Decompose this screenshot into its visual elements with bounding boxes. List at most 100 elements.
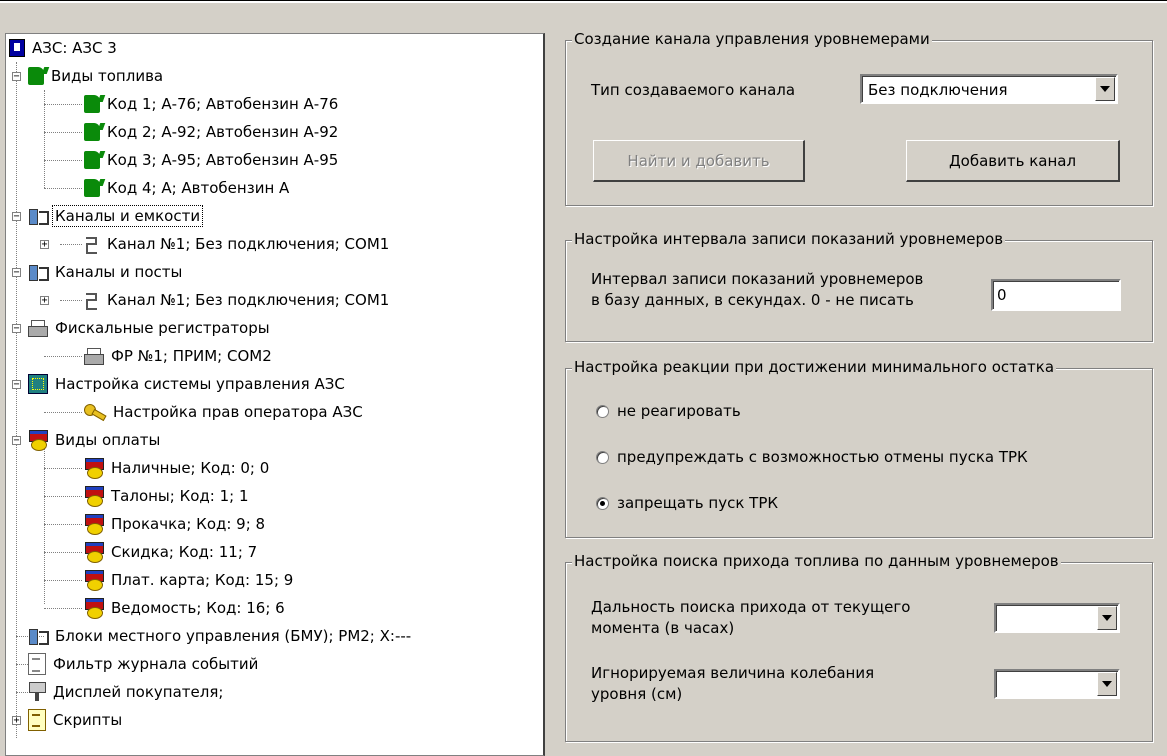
tree-item-fiscal-registers[interactable]: Фискальные регистраторы xyxy=(28,314,272,342)
search-range-label-line1: Дальность поиска прихода от текущего xyxy=(591,598,911,616)
tree-line xyxy=(44,160,82,161)
button-label: Добавить канал xyxy=(948,151,1077,170)
chevron-down-icon[interactable] xyxy=(1095,77,1115,101)
channel-icon xyxy=(28,627,49,645)
radio-circle[interactable] xyxy=(596,450,609,464)
tree-item-tank-channel[interactable]: Канал №1; Без подключения; COM1 xyxy=(84,230,391,258)
tree-item-post-channel[interactable]: Канал №1; Без подключения; COM1 xyxy=(84,286,391,314)
tree-item-label: Код 2; А-92; Автобензин А-92 xyxy=(107,123,339,141)
chevron-down-icon[interactable] xyxy=(1097,672,1117,696)
button-label: Найти и добавить xyxy=(627,151,770,170)
tree-item-payment[interactable]: Талоны; Код: 1; 1 xyxy=(84,482,251,510)
tree-item-local-control-blocks[interactable]: Блоки местного управления (БМУ); РМ2; X:… xyxy=(28,622,413,650)
radio-forbid-start[interactable]: запрещать пуск ТРК xyxy=(596,494,778,512)
tree-item-event-log-filter[interactable]: Фильтр журнала событий xyxy=(28,650,260,678)
tree-item-label: Виды топлива xyxy=(51,67,164,85)
tree-item-label: Каналы и емкости xyxy=(51,205,204,227)
tree-line xyxy=(44,132,82,133)
tree-item-label: Канал №1; Без подключения; COM1 xyxy=(107,291,390,309)
tree-line xyxy=(44,104,82,105)
window-top-highlight xyxy=(0,1,1167,3)
radio-no-reaction[interactable]: не реагировать xyxy=(596,402,741,420)
tree-line xyxy=(44,412,82,413)
radio-label: запрещать пуск ТРК xyxy=(617,494,779,512)
find-and-add-button[interactable]: Найти и добавить xyxy=(593,140,805,182)
tree-item-payment[interactable]: Ведомость; Код: 16; 6 xyxy=(84,594,287,622)
ignore-level-select[interactable] xyxy=(994,669,1120,699)
radio-label: предупреждать с возможностью отмены пуск… xyxy=(617,448,1028,466)
tree-item-label: Прокачка; Код: 9; 8 xyxy=(111,515,266,533)
channel-hook-icon xyxy=(84,291,100,310)
channel-hook-icon xyxy=(84,235,100,254)
payment-icon xyxy=(84,570,104,591)
tree-item-operator-rights[interactable]: Настройка прав оператора АЗС xyxy=(84,398,365,426)
payment-icon xyxy=(84,486,104,507)
payment-icon xyxy=(84,542,104,563)
settings-tree[interactable]: − − + − + − − − + АЗС: АЗС 3 Виды топлив… xyxy=(5,33,545,756)
tree-item-tank-channels[interactable]: Каналы и емкости xyxy=(28,202,204,230)
channel-type-select[interactable]: Без подключения xyxy=(860,74,1118,104)
collapse-system-settings[interactable]: − xyxy=(12,380,21,390)
group-title: Создание канала управления уровнемерами xyxy=(572,30,932,48)
tree-item-label: Наличные; Код: 0; 0 xyxy=(111,459,270,477)
tree-item-fuel[interactable]: Код 3; А-95; Автобензин А-95 xyxy=(84,146,340,174)
expand-tank-channel-1[interactable]: + xyxy=(40,240,49,250)
tree-item-system-settings[interactable]: Настройка системы управления АЗС xyxy=(28,370,347,398)
tree-item-label: Блоки местного управления (БМУ); РМ2; X:… xyxy=(55,627,412,645)
add-channel-button[interactable]: Добавить канал xyxy=(906,140,1120,182)
interval-input[interactable]: 0 xyxy=(991,279,1121,311)
ignore-level-label-line1: Игнорируемая величина колебания xyxy=(591,664,875,682)
tree-item-fuel[interactable]: Код 1; А-76; Автобензин А-76 xyxy=(84,90,340,118)
tree-item-fuel[interactable]: Код 4; А; Автобензин А xyxy=(84,174,291,202)
tree-item-payment[interactable]: Прокачка; Код: 9; 8 xyxy=(84,510,267,538)
expand-scripts[interactable]: + xyxy=(12,716,21,726)
tree-item-payment[interactable]: Наличные; Код: 0; 0 xyxy=(84,454,271,482)
tree-item-payment[interactable]: Плат. карта; Код: 15; 9 xyxy=(84,566,295,594)
tree-line xyxy=(44,552,82,553)
collapse-tank-channels[interactable]: − xyxy=(12,212,21,222)
tree-item-payment-types[interactable]: Виды оплаты xyxy=(28,426,162,454)
tree-item-label: Настройка прав оператора АЗС xyxy=(113,403,363,421)
radio-circle[interactable] xyxy=(596,404,609,418)
printer-icon xyxy=(28,319,48,337)
fuel-canister-icon xyxy=(84,95,100,113)
gas-station-icon xyxy=(9,39,25,57)
collapse-fiscal-registers[interactable]: − xyxy=(12,324,21,334)
group-title: Настройка поиска прихода топлива по данн… xyxy=(572,552,1061,570)
tree-line xyxy=(44,608,82,609)
tree-line xyxy=(44,468,82,469)
tree-item-payment[interactable]: Скидка; Код: 11; 7 xyxy=(84,538,259,566)
tree-item-label: Канал №1; Без подключения; COM1 xyxy=(107,235,390,253)
tree-item-label: Код 4; А; Автобензин А xyxy=(107,179,290,197)
tree-line xyxy=(44,580,82,581)
collapse-payment-types[interactable]: − xyxy=(12,436,21,446)
collapse-post-channels[interactable]: − xyxy=(12,268,21,278)
tree-item-fuel-types[interactable]: Виды топлива xyxy=(28,62,165,90)
system-grid-icon xyxy=(28,374,48,394)
tree-item-fiscal-register[interactable]: ФР №1; ПРИМ; COM2 xyxy=(84,342,274,370)
tree-item-label: Код 3; А-95; Автобензин А-95 xyxy=(107,151,339,169)
ignore-level-label-line2: уровня (см) xyxy=(591,685,683,703)
radio-warn-with-cancel[interactable]: предупреждать с возможностью отмены пуск… xyxy=(596,448,1028,466)
tree-item-fuel[interactable]: Код 2; А-92; Автобензин А-92 xyxy=(84,118,340,146)
tree-item-post-channels[interactable]: Каналы и посты xyxy=(28,258,184,286)
tree-item-customer-display[interactable]: Дисплей покупателя; xyxy=(28,678,225,706)
interval-label-line2: в базу данных, в секундах. 0 - не писать xyxy=(591,291,914,309)
tree-item-station[interactable]: АЗС: АЗС 3 xyxy=(9,34,119,62)
expand-post-channel-1[interactable]: + xyxy=(40,296,49,306)
radio-circle[interactable] xyxy=(596,496,609,510)
tree-item-label: Каналы и посты xyxy=(55,263,183,281)
key-icon xyxy=(84,403,106,421)
search-range-select[interactable] xyxy=(994,603,1120,633)
tree-item-label: Код 1; А-76; Автобензин А-76 xyxy=(107,95,339,113)
payment-icon xyxy=(84,598,104,619)
tree-item-label: Ведомость; Код: 16; 6 xyxy=(111,599,285,617)
chevron-down-icon[interactable] xyxy=(1097,606,1117,630)
reaction-group: Настройка реакции при достижении минимал… xyxy=(565,358,1153,538)
interval-label-line1: Интервал записи показаний уровнемеров xyxy=(591,270,924,288)
tree-item-label: Скрипты xyxy=(53,711,123,729)
tree-item-label: Виды оплаты xyxy=(55,431,161,449)
tree-item-scripts[interactable]: Скрипты xyxy=(28,706,124,734)
collapse-fuel-types[interactable]: − xyxy=(12,72,21,82)
fuel-canister-icon xyxy=(84,123,100,141)
